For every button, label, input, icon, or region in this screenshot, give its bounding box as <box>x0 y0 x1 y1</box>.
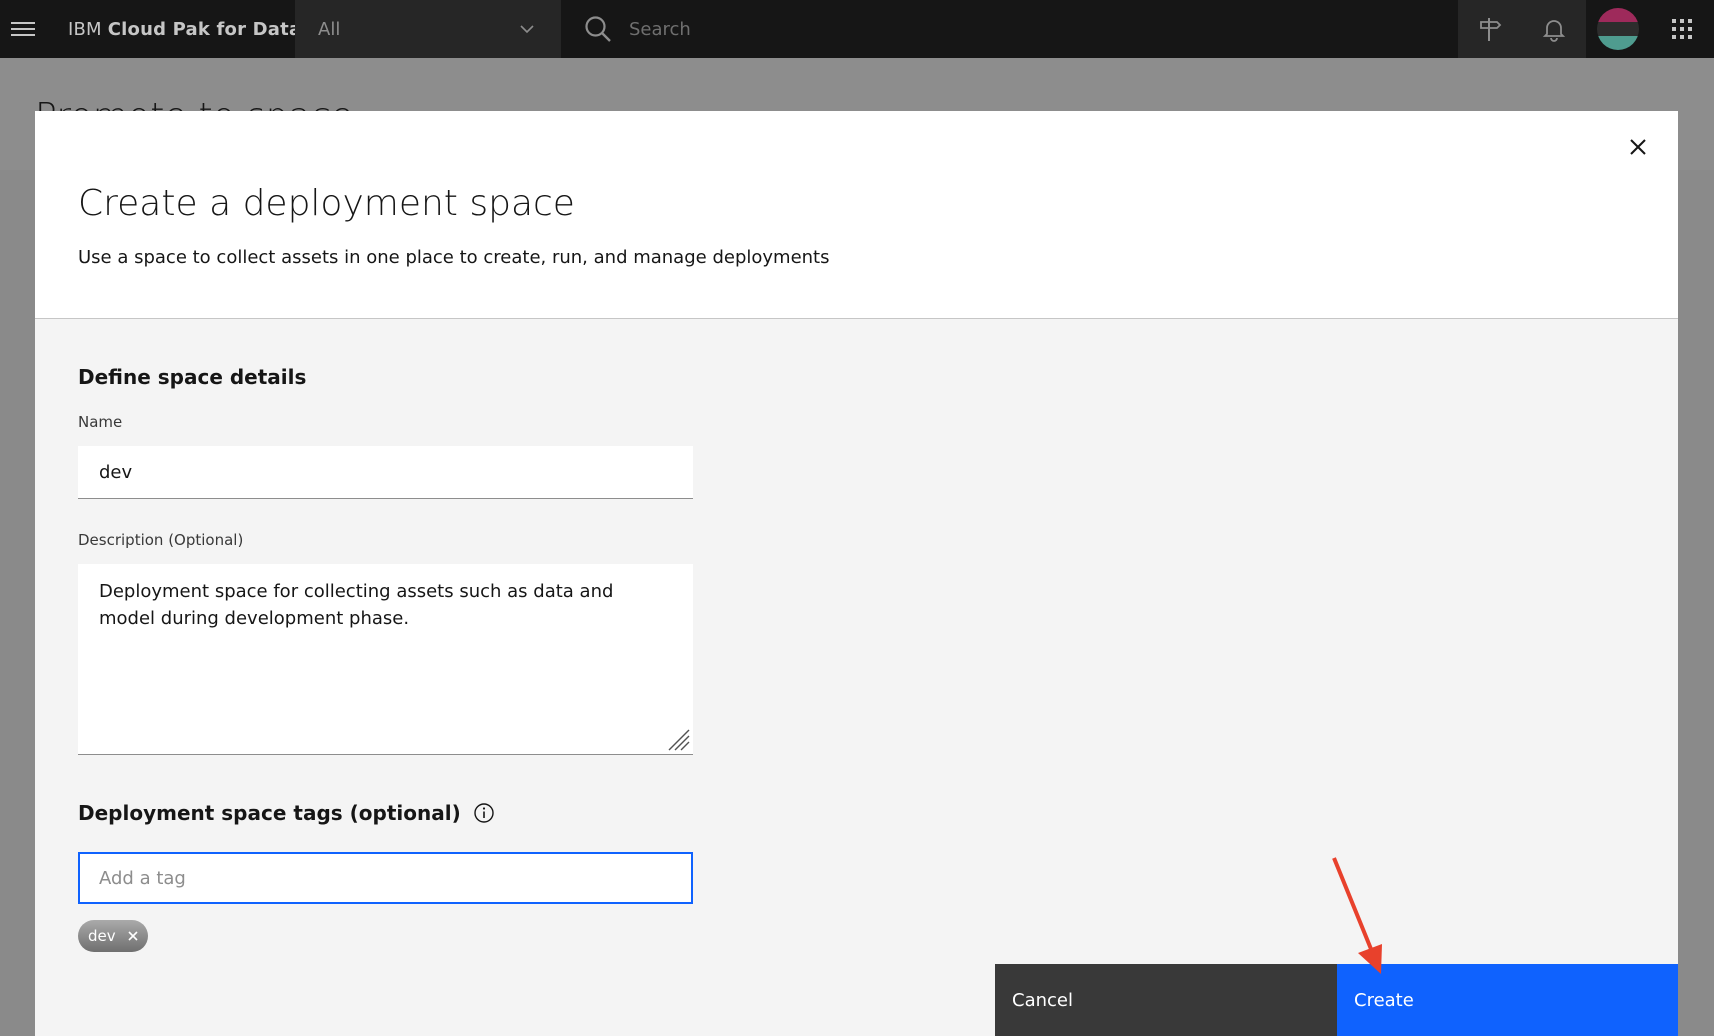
tags-title: Deployment space tags (optional) <box>78 801 495 825</box>
search-scope-dropdown[interactable]: All <box>295 0 561 58</box>
tag-chip-label: dev <box>88 927 116 945</box>
cancel-button-label: Cancel <box>1012 990 1073 1011</box>
product-name[interactable]: IBM Cloud Pak for Data <box>46 0 301 58</box>
top-header: IBM Cloud Pak for Data All <box>0 0 1714 58</box>
notifications-button[interactable] <box>1522 0 1586 58</box>
remove-tag-icon[interactable] <box>126 929 140 943</box>
app-switcher-button[interactable] <box>1650 0 1714 58</box>
signpost-icon <box>1480 18 1502 41</box>
info-icon[interactable] <box>473 802 495 824</box>
add-tag-input[interactable] <box>78 852 693 904</box>
tag-chip: dev <box>78 920 148 952</box>
header-actions <box>1458 0 1714 58</box>
create-button-label: Create <box>1354 990 1414 1011</box>
create-button[interactable]: Create <box>1337 964 1678 1036</box>
menu-icon[interactable] <box>0 0 46 58</box>
create-space-modal: Create a deployment space Use a space to… <box>35 111 1678 1036</box>
search-icon[interactable] <box>583 14 613 44</box>
chevron-down-icon <box>520 25 534 34</box>
close-button[interactable] <box>1618 127 1658 167</box>
search-input[interactable] <box>629 18 1129 40</box>
modal-header: Create a deployment space Use a space to… <box>35 111 1678 319</box>
name-label: Name <box>78 413 123 431</box>
section-title: Define space details <box>78 365 307 389</box>
name-field[interactable] <box>78 446 693 499</box>
description-field[interactable]: Deployment space for collecting assets s… <box>78 564 693 755</box>
signpost-button[interactable] <box>1458 0 1522 58</box>
resize-handle-icon[interactable] <box>665 726 691 752</box>
modal-subtitle: Use a space to collect assets in one pla… <box>78 247 830 268</box>
description-text: Deployment space for collecting assets s… <box>99 581 614 629</box>
search-scope-value: All <box>318 18 341 40</box>
user-avatar-button[interactable] <box>1586 0 1650 58</box>
global-search <box>561 0 1458 58</box>
description-label: Description (Optional) <box>78 531 244 549</box>
cancel-button[interactable]: Cancel <box>995 964 1337 1036</box>
tags-title-text: Deployment space tags (optional) <box>78 801 461 825</box>
modal-title: Create a deployment space <box>78 183 575 224</box>
close-icon <box>1630 139 1646 155</box>
brand-prefix: IBM <box>68 18 102 40</box>
avatar <box>1597 8 1639 50</box>
app-grid-icon <box>1672 19 1692 39</box>
bell-icon <box>1542 20 1566 42</box>
brand-name: Cloud Pak for Data <box>107 18 302 40</box>
